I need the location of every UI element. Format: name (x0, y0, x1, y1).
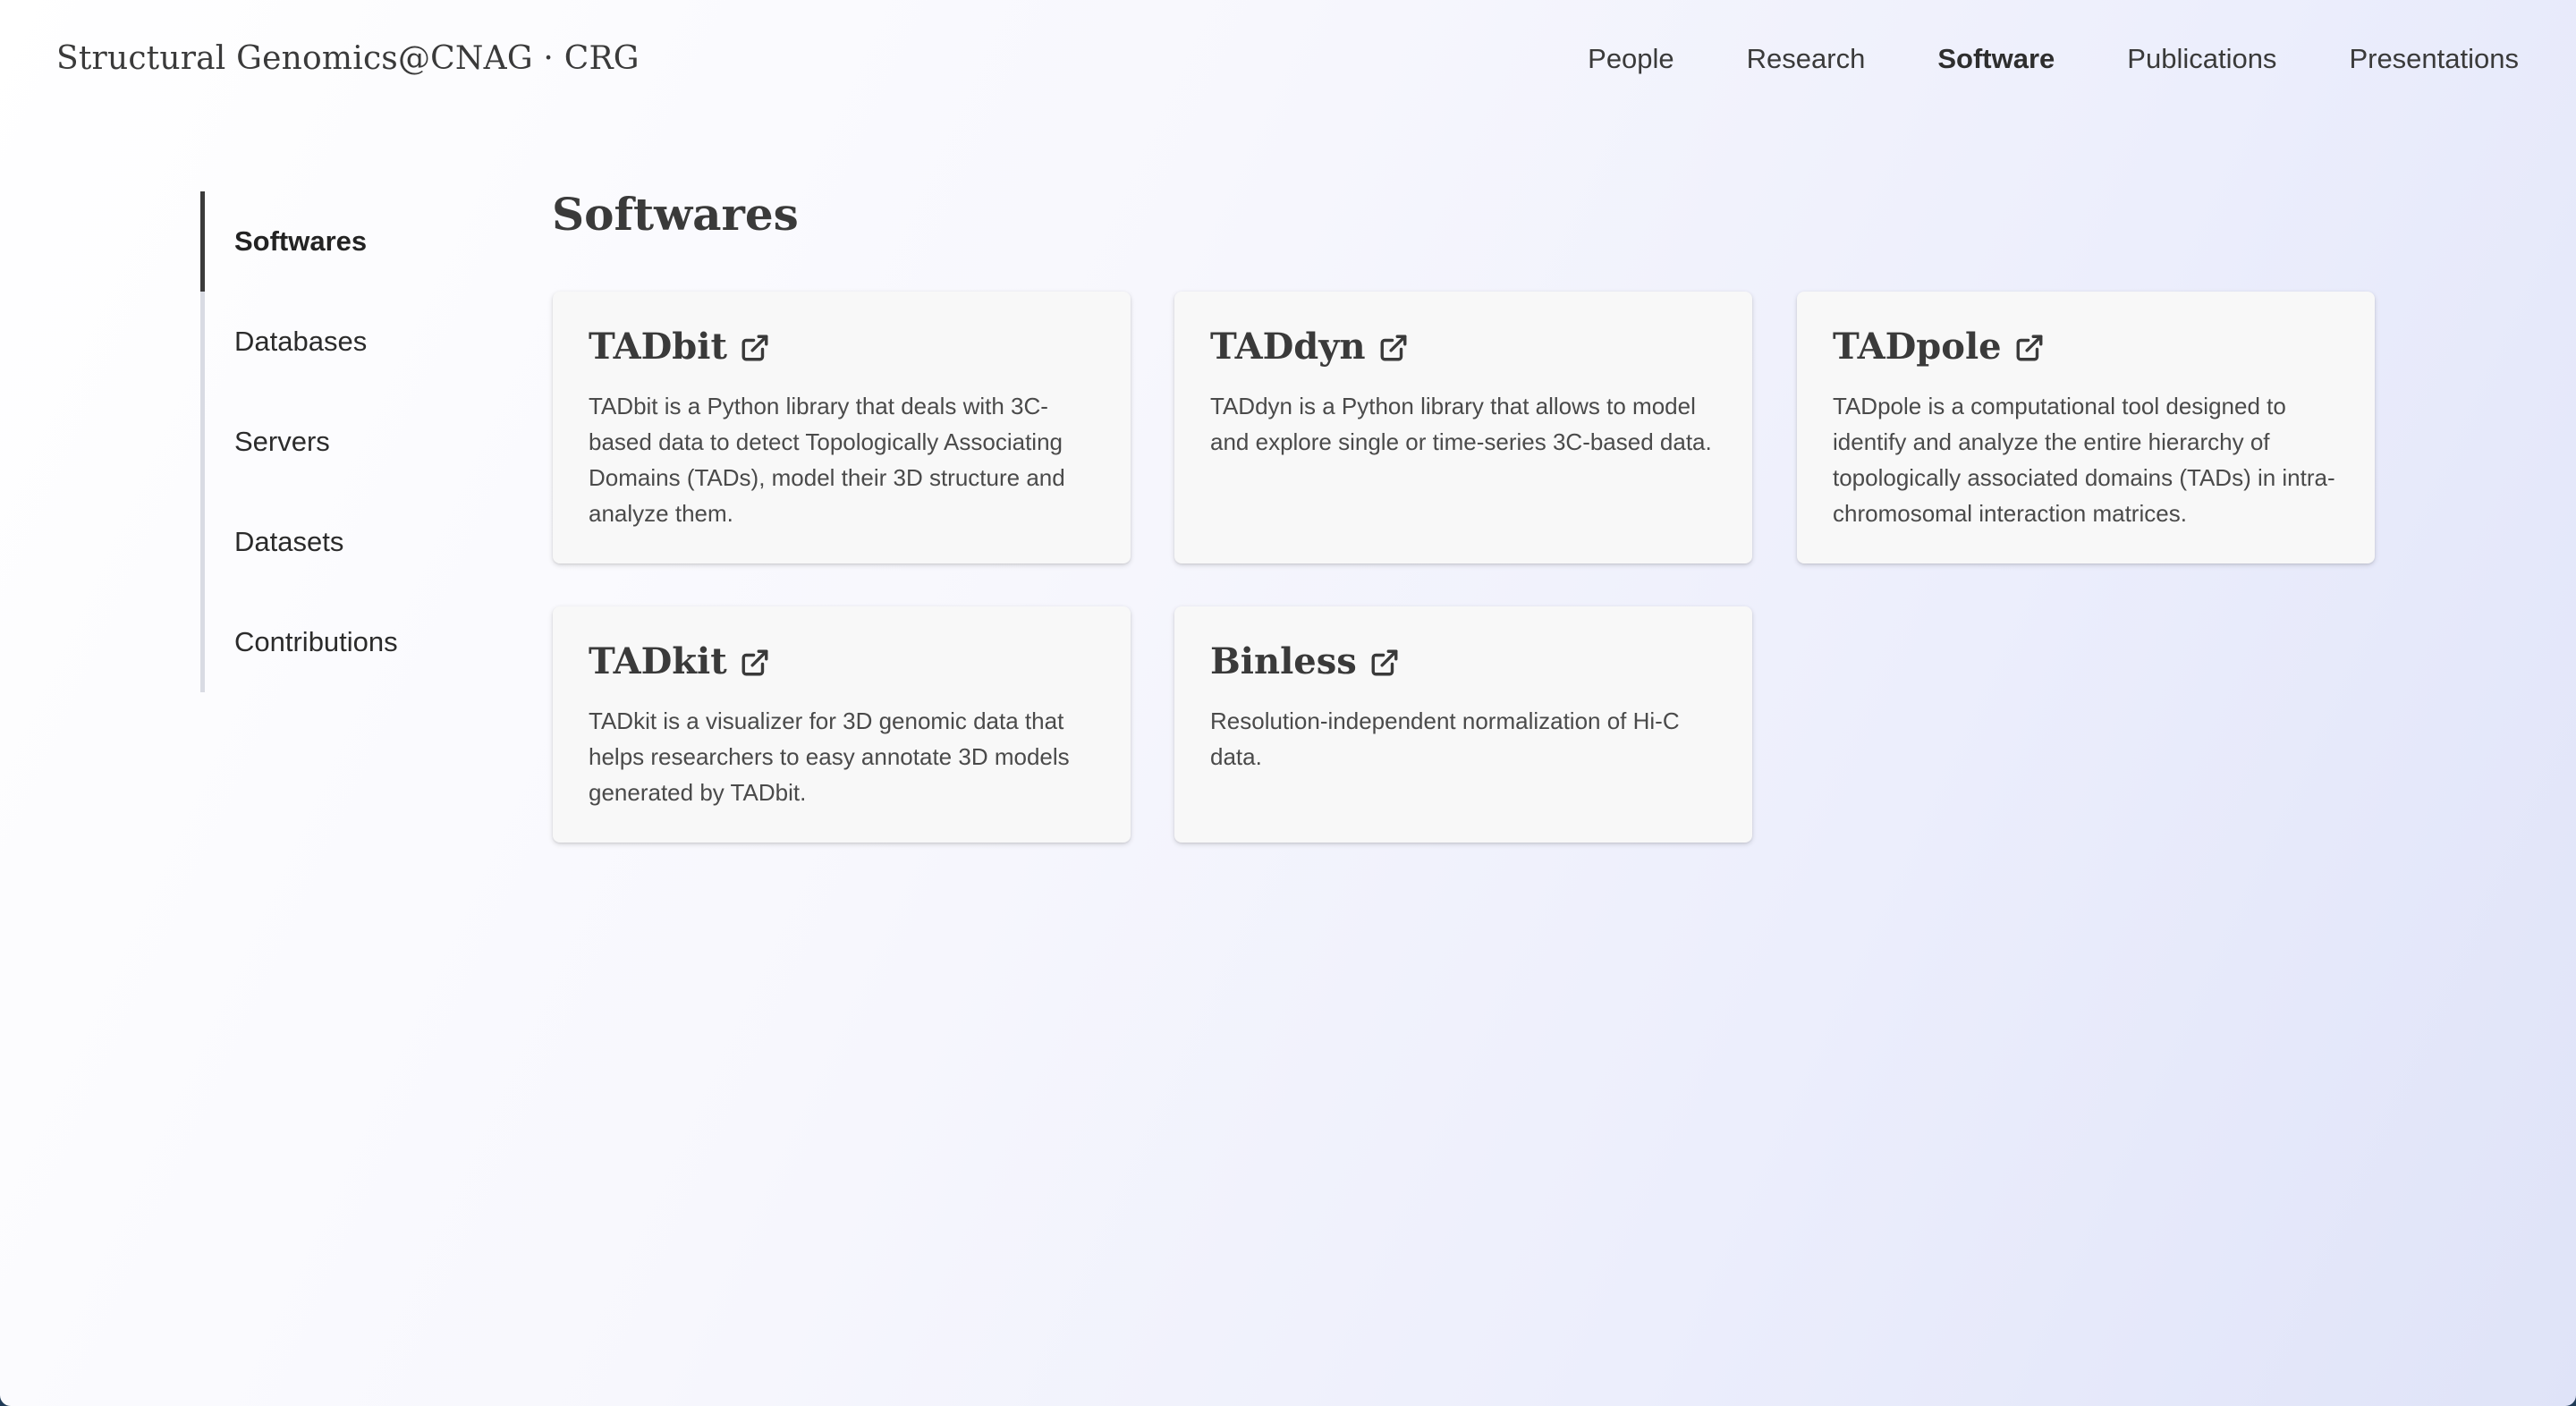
sidebar-item-label: Databases (234, 326, 368, 357)
sidebar: Softwares Databases Servers Datasets Con… (200, 191, 487, 692)
card-title-link[interactable]: TADbit (589, 322, 1095, 370)
external-link-icon[interactable] (1369, 648, 1400, 678)
sidebar-item-contributions[interactable]: Contributions (205, 592, 487, 692)
sidebar-item-databases[interactable]: Databases (205, 292, 487, 392)
page: Structural Genomics@CNAG · CRG People Re… (0, 0, 2576, 1406)
nav-people[interactable]: People (1588, 43, 1674, 75)
nav-research[interactable]: Research (1747, 43, 1866, 75)
card-title-text: Binless (1210, 639, 1357, 682)
external-link-icon[interactable] (1378, 333, 1409, 363)
top-nav: People Research Software Publications Pr… (1588, 34, 2519, 84)
nav-presentations[interactable]: Presentations (2349, 43, 2519, 75)
card-title-text: TADpole (1833, 325, 2002, 368)
site-title[interactable]: Structural Genomics@CNAG · CRG (56, 34, 640, 84)
software-card-taddyn: TADdyn TADdyn is a Python library that a… (1174, 292, 1752, 563)
software-card-tadpole: TADpole TADpole is a computational tool … (1797, 292, 2375, 563)
card-title-link[interactable]: Binless (1210, 637, 1716, 685)
card-title-link[interactable]: TADdyn (1210, 322, 1716, 370)
nav-software[interactable]: Software (1937, 43, 2055, 75)
sidebar-item-label: Datasets (234, 526, 344, 557)
sidebar-item-softwares[interactable]: Softwares (200, 191, 487, 292)
external-link-icon[interactable] (740, 648, 770, 678)
nav-publications[interactable]: Publications (2127, 43, 2276, 75)
card-title-text: TADdyn (1210, 325, 1366, 368)
software-card-tadbit: TADbit TADbit is a Python library that d… (553, 292, 1131, 563)
software-card-tadkit: TADkit TADkit is a visualizer for 3D gen… (553, 606, 1131, 843)
card-description: TADdyn is a Python library that allows t… (1210, 393, 1712, 455)
card-description: TADkit is a visualizer for 3D genomic da… (589, 707, 1070, 806)
card-title-text: TADbit (589, 325, 727, 368)
sidebar-item-label: Contributions (234, 626, 398, 657)
card-description: TADbit is a Python library that deals wi… (589, 393, 1065, 527)
card-description: Resolution-independent normalization of … (1210, 707, 1680, 770)
sidebar-item-label: Softwares (234, 225, 368, 257)
software-card-binless: Binless Resolution-independent normaliza… (1174, 606, 1752, 843)
sidebar-item-label: Servers (234, 426, 330, 457)
page-title: Softwares (552, 188, 799, 241)
sidebar-item-servers[interactable]: Servers (205, 392, 487, 492)
card-title-text: TADkit (589, 639, 727, 682)
card-title-link[interactable]: TADpole (1833, 322, 2339, 370)
card-title-link[interactable]: TADkit (589, 637, 1095, 685)
card-description: TADpole is a computational tool designed… (1833, 393, 2335, 527)
sidebar-item-datasets[interactable]: Datasets (205, 492, 487, 592)
external-link-icon[interactable] (740, 333, 770, 363)
external-link-icon[interactable] (2014, 333, 2045, 363)
